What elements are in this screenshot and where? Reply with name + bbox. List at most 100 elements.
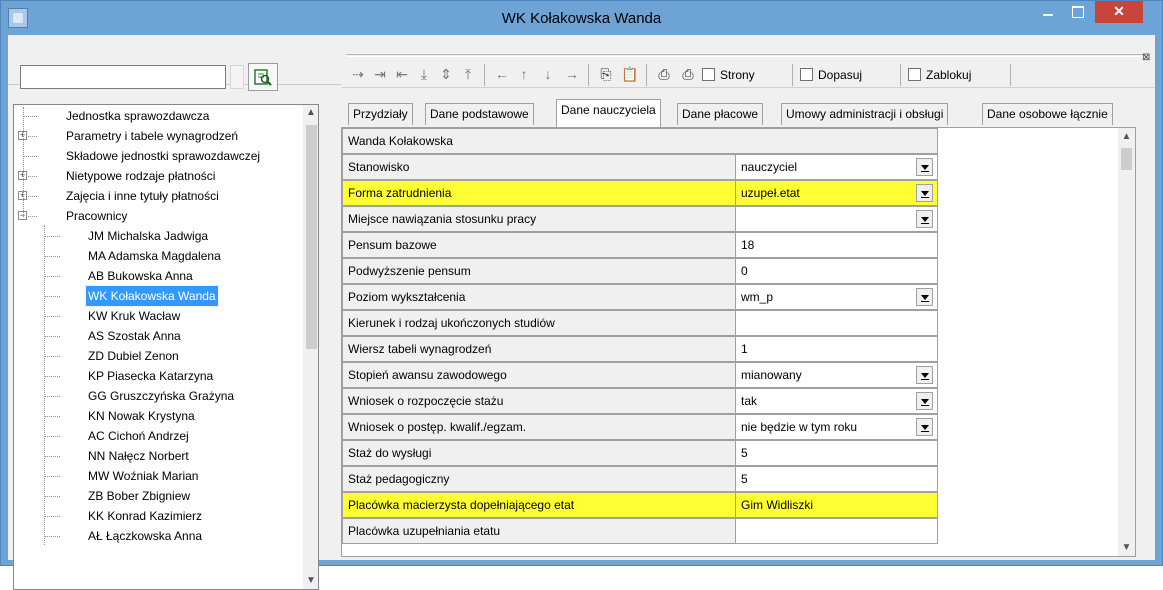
dropdown-arrow-icon[interactable] — [916, 288, 933, 306]
field-dropdown[interactable]: uzupeł.etat — [735, 180, 938, 206]
check-dopasuj[interactable]: Dopasuj — [800, 64, 862, 86]
check-zablokuj[interactable]: Zablokuj — [908, 64, 971, 86]
tree-item[interactable]: AB Bukowska Anna — [14, 266, 302, 286]
field-dropdown[interactable]: wm_p — [735, 284, 938, 310]
arrow-down-icon[interactable]: ↓ — [538, 64, 558, 84]
find-icon — [254, 69, 272, 86]
tree-item[interactable]: NN Nałęcz Norbert — [14, 446, 302, 466]
field-value[interactable]: Gim Widliszki — [735, 492, 938, 518]
tree-node[interactable]: + Parametry i tabele wynagrodzeń — [14, 126, 302, 146]
tree-item[interactable]: GG Gruszczyńska Grażyna — [14, 386, 302, 406]
tab-1[interactable]: Przydziały — [348, 103, 413, 125]
tab-6[interactable]: Dane osobowe łącznie — [982, 103, 1113, 125]
tree-node[interactable]: + Nietypowe rodzaje płatności — [14, 166, 302, 186]
field-value[interactable]: 18 — [735, 232, 938, 258]
scroll-up-icon[interactable]: ▲ — [1118, 128, 1135, 145]
field-value-text: 0 — [741, 264, 748, 278]
grid-row: Podwyższenie pensum 0 — [342, 258, 942, 284]
tree-item[interactable]: AC Cichoń Andrzej — [14, 426, 302, 446]
print-icon[interactable]: ⎙ — [654, 64, 674, 84]
tree-item[interactable]: AŁ Łączkowska Anna — [14, 526, 302, 546]
print-preview-icon[interactable]: ⎙ — [678, 64, 698, 84]
tree-item[interactable]: WK Kołakowska Wanda — [14, 285, 302, 307]
grid-scroll-thumb[interactable] — [1121, 148, 1132, 170]
down-align-icon[interactable]: ⤓ — [414, 64, 434, 84]
center-align-icon[interactable]: ⇕ — [436, 64, 456, 84]
field-value[interactable]: 5 — [735, 440, 938, 466]
indent-left-icon[interactable]: ⇤ — [392, 64, 412, 84]
field-dropdown[interactable]: tak — [735, 388, 938, 414]
tree-item[interactable]: KW Kruk Wacław — [14, 306, 302, 326]
dropdown-arrow-icon[interactable] — [916, 366, 933, 384]
grid-row: Wniosek o postęp. kwalif./egzam. nie będz… — [342, 414, 942, 440]
indent-right-icon[interactable]: ⇥ — [370, 64, 390, 84]
copy-icon[interactable]: ⎘ — [596, 64, 616, 84]
field-dropdown[interactable]: nauczyciel — [735, 154, 938, 180]
field-value[interactable]: 1 — [735, 336, 938, 362]
dropdown-arrow-icon[interactable] — [916, 210, 933, 228]
align-icon[interactable]: ⇢ — [348, 64, 368, 84]
field-label: Placówka macierzysta dopełniającego etat — [342, 492, 736, 518]
field-value[interactable] — [735, 518, 938, 544]
tree-item[interactable]: AS Szostak Anna — [14, 326, 302, 346]
tab-2[interactable]: Dane podstawowe — [425, 103, 534, 125]
up-align-icon[interactable]: ⤒ — [458, 64, 478, 84]
tree-node[interactable]: Składowe jednostki sprawozdawczej — [14, 146, 302, 166]
field-dropdown[interactable]: mianowany — [735, 362, 938, 388]
field-value[interactable] — [735, 310, 938, 336]
dropdown-arrow-icon[interactable] — [916, 392, 933, 410]
scroll-down-icon[interactable]: ▼ — [1118, 539, 1135, 556]
tree-node[interactable]: + Zajęcia i inne tytuły płatności — [14, 186, 302, 206]
tree-item[interactable]: MW Woźniak Marian — [14, 466, 302, 486]
close-button[interactable]: ✕ — [1095, 1, 1143, 23]
tree-node[interactable]: Jednostka sprawozdawcza — [14, 106, 302, 126]
tree-item[interactable]: KN Nowak Krystyna — [14, 406, 302, 426]
dropdown-arrow-icon[interactable] — [916, 418, 933, 436]
scroll-up-icon[interactable]: ▲ — [303, 105, 318, 121]
dropdown-arrow-icon[interactable] — [916, 158, 933, 176]
field-dropdown[interactable] — [735, 206, 938, 232]
field-value[interactable]: 5 — [735, 466, 938, 492]
search-input[interactable] — [20, 65, 226, 89]
tab-4[interactable]: Dane płacowe — [677, 103, 764, 125]
check-strony[interactable]: Strony — [702, 64, 755, 86]
tree-item[interactable]: KK Konrad Kazimierz — [14, 506, 302, 526]
tree-item[interactable]: MA Adamska Magdalena — [14, 246, 302, 266]
tree-scrollbar[interactable]: ▲ ▼ — [303, 105, 318, 589]
tree-item-label: KP Piasecka Katarzyna — [88, 369, 214, 383]
field-label: Stanowisko — [342, 154, 736, 180]
minimize-button[interactable] — [1033, 1, 1063, 23]
toolbar-close-icon[interactable]: ⊠ — [1142, 52, 1150, 63]
field-value[interactable]: 0 — [735, 258, 938, 284]
arrow-left-icon[interactable]: ← — [492, 64, 512, 84]
grid-row: Kierunek i rodzaj ukończonych studiów — [342, 310, 942, 336]
field-dropdown[interactable]: nie będzie w tym roku — [735, 414, 938, 440]
tree-item[interactable]: KP Piasecka Katarzyna — [14, 366, 302, 386]
checkbox[interactable] — [800, 68, 813, 81]
grid-row: Pensum bazowe 18 — [342, 232, 942, 258]
tab-5[interactable]: Umowy administracji i obsługi — [781, 103, 949, 125]
tree-item-label: AC Cichoń Andrzej — [88, 429, 189, 443]
find-button[interactable] — [248, 63, 278, 91]
scroll-down-icon[interactable]: ▼ — [303, 573, 318, 589]
dropdown-arrow-icon[interactable] — [916, 184, 933, 202]
tab-3[interactable]: Dane nauczyciela — [556, 99, 661, 127]
paste-icon[interactable]: 📋 — [620, 64, 640, 84]
tree-scroll-thumb[interactable] — [306, 125, 317, 349]
navigation-tree[interactable]: Jednostka sprawozdawcza + Parametry i tabe… — [13, 104, 319, 590]
tree-item[interactable]: ZB Bober Zbigniew — [14, 486, 302, 506]
tree-connector — [44, 396, 60, 397]
tree-node[interactable]: − Pracownicy — [14, 206, 302, 226]
title-bar[interactable]: WK Kołakowska Wanda ✕ — [1, 1, 1162, 35]
grid-scrollbar[interactable]: ▲ ▼ — [1118, 128, 1135, 556]
arrow-right-icon[interactable]: → — [562, 64, 582, 84]
toolbar-grip[interactable] — [346, 54, 1144, 57]
maximize-button[interactable] — [1063, 1, 1093, 23]
checkbox[interactable] — [908, 68, 921, 81]
tree-item-label: NN Nałęcz Norbert — [88, 449, 189, 463]
checkbox[interactable] — [702, 68, 715, 81]
arrow-up-icon[interactable]: ↑ — [514, 64, 534, 84]
tree-item[interactable]: JM Michalska Jadwiga — [14, 226, 302, 246]
search-option-button[interactable] — [230, 65, 244, 89]
tree-item[interactable]: ZD Dubiel Zenon — [14, 346, 302, 366]
